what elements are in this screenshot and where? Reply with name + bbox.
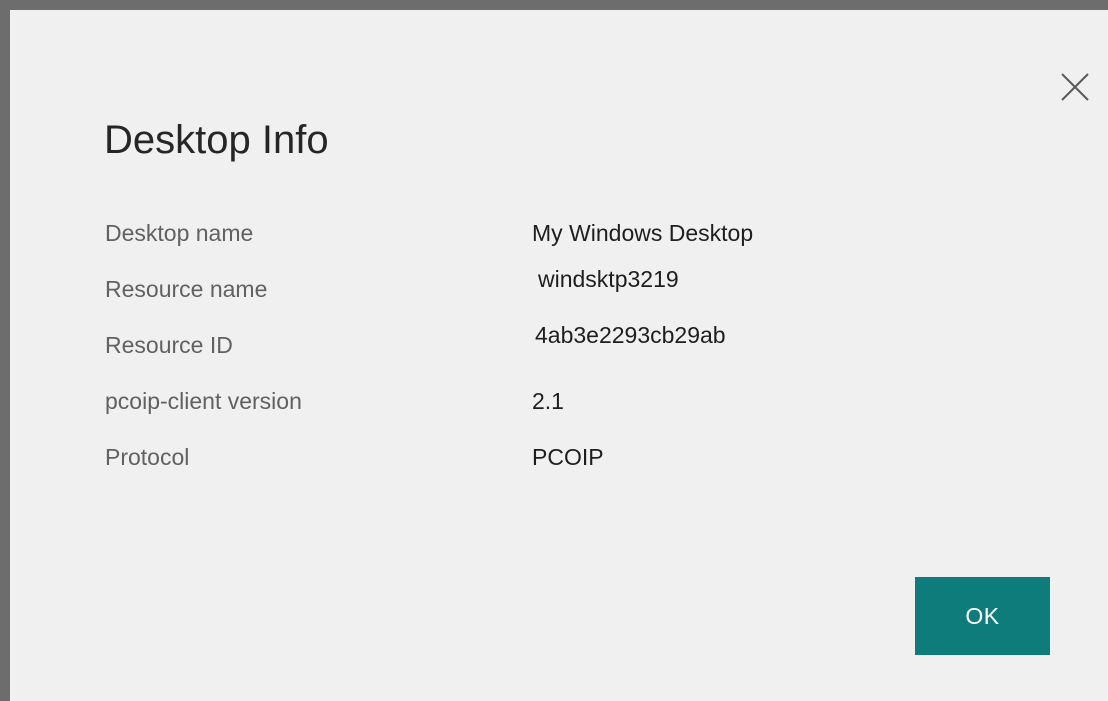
dialog-title: Desktop Info — [104, 118, 329, 162]
resource-name-value: windsktp3219 — [538, 266, 679, 292]
resource-id-label: Resource ID — [105, 332, 233, 358]
close-button[interactable] — [1050, 62, 1100, 112]
protocol-value: PCOIP — [532, 444, 604, 470]
ok-button[interactable]: OK — [915, 577, 1050, 655]
desktop-name-value: My Windows Desktop — [532, 220, 754, 246]
desktop-info-dialog: Desktop Info Desktop name My Windows Des… — [10, 10, 1108, 701]
desktop-name-label: Desktop name — [105, 220, 254, 246]
close-icon — [1061, 73, 1089, 101]
window-frame-top — [0, 0, 1108, 10]
client-version-label: pcoip-client version — [105, 388, 302, 414]
client-version-value: 2.1 — [532, 388, 564, 414]
resource-id-value: 4ab3e2293cb29ab — [535, 322, 726, 348]
resource-name-label: Resource name — [105, 276, 268, 302]
window-frame-left — [0, 0, 10, 701]
protocol-label: Protocol — [105, 444, 190, 470]
